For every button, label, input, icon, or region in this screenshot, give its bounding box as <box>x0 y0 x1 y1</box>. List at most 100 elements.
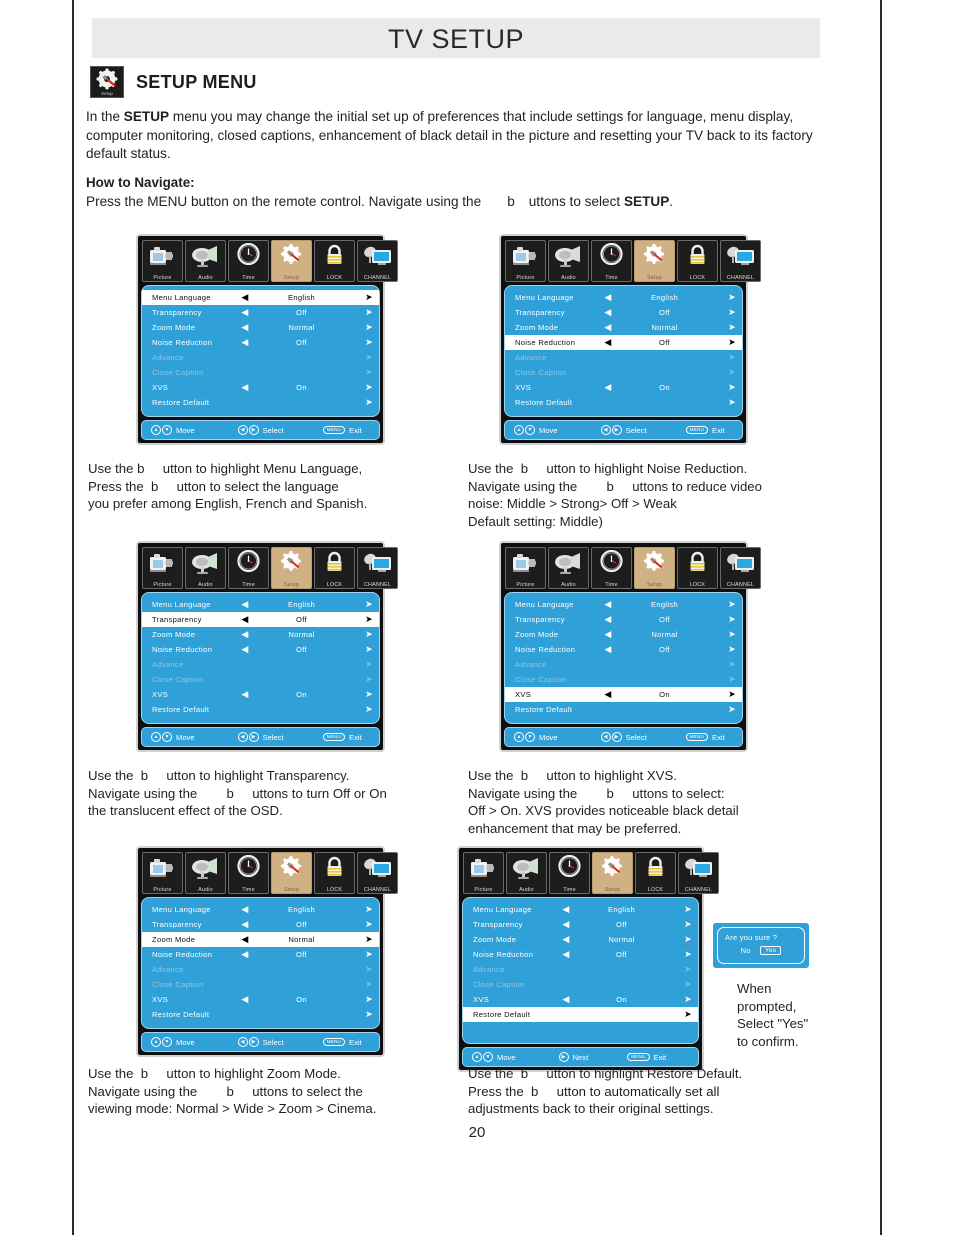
osd-menu-row-transparency[interactable]: Transparency ◀ Off ➤ <box>463 917 698 932</box>
osd-tab-time[interactable]: Time <box>228 852 269 894</box>
osd-tab-lock[interactable]: LOCK <box>635 852 676 894</box>
right-arrow-icon[interactable]: ➤ <box>349 934 373 945</box>
osd-footer-move[interactable]: ▲ ▼ Move <box>514 425 558 435</box>
osd-menu-row-transparency[interactable]: Transparency ◀ Off ➤ <box>142 305 379 320</box>
right-arrow-icon[interactable]: ➤ <box>349 322 373 333</box>
left-arrow-icon[interactable]: ◀ <box>599 382 617 393</box>
osd-menu-row-close-caption[interactable]: Close Caption ➤ <box>463 977 698 992</box>
osd-footer-select[interactable]: ◀ ▶ Select <box>237 732 284 742</box>
left-arrow-icon[interactable]: ◀ <box>599 629 617 640</box>
osd-tab-picture[interactable]: Picture <box>142 852 183 894</box>
osd-menu-row-restore-default[interactable]: Restore Default ➤ <box>505 702 742 717</box>
osd-menu-row-menu-language[interactable]: Menu Language ◀ English ➤ <box>505 597 742 612</box>
left-arrow-icon[interactable]: ◀ <box>236 337 254 348</box>
right-arrow-icon[interactable]: ➤ <box>712 674 736 685</box>
osd-footer-move[interactable]: ▲ ▼ Move <box>514 732 558 742</box>
osd-footer-select[interactable]: ◀ ▶ Select <box>600 425 647 435</box>
osd-menu-row-close-caption[interactable]: Close Caption ➤ <box>142 365 379 380</box>
osd-menu-row-transparency[interactable]: Transparency ◀ Off ➤ <box>505 305 742 320</box>
left-arrow-icon[interactable]: ◀ <box>236 307 254 318</box>
osd-tab-setup[interactable]: Setup <box>634 240 675 282</box>
osd-menu-row-restore-default[interactable]: Restore Default ➤ <box>463 1007 698 1022</box>
right-arrow-icon[interactable]: ➤ <box>712 689 736 700</box>
left-arrow-icon[interactable]: ◀ <box>236 599 254 610</box>
left-arrow-icon[interactable]: ◀ <box>599 614 617 625</box>
osd-menu-row-close-caption[interactable]: Close Caption ➤ <box>142 672 379 687</box>
osd-menu-row-transparency[interactable]: Transparency ◀ Off ➤ <box>142 917 379 932</box>
osd-tab-picture[interactable]: Picture <box>142 240 183 282</box>
osd-tab-lock[interactable]: LOCK <box>677 547 718 589</box>
right-arrow-icon[interactable]: ➤ <box>668 964 692 975</box>
right-arrow-icon[interactable]: ➤ <box>712 292 736 303</box>
osd-menu-row-restore-default[interactable]: Restore Default ➤ <box>142 395 379 410</box>
osd-tab-audio[interactable]: Audio <box>185 852 226 894</box>
osd-menu-row-transparency[interactable]: Transparency ◀ Off ➤ <box>505 612 742 627</box>
left-arrow-icon[interactable]: ◀ <box>599 644 617 655</box>
osd-footer-move[interactable]: ▲ ▼ Move <box>151 425 195 435</box>
osd-menu-row-noise-reduction[interactable]: Noise Reduction ◀ Off ➤ <box>142 947 379 962</box>
right-arrow-icon[interactable]: ➤ <box>712 337 736 348</box>
right-arrow-icon[interactable]: ➤ <box>668 919 692 930</box>
right-arrow-icon[interactable]: ➤ <box>349 964 373 975</box>
osd-footer-select[interactable]: ◀ ▶ Select <box>237 1037 284 1047</box>
osd-tab-time[interactable]: Time <box>228 240 269 282</box>
osd-tab-channel[interactable]: CHANNEL <box>357 240 398 282</box>
left-arrow-icon[interactable]: ◀ <box>599 689 617 700</box>
osd-menu-row-xvs[interactable]: XVS ◀ On ➤ <box>505 380 742 395</box>
left-arrow-icon[interactable]: ◀ <box>236 614 254 625</box>
osd-menu-row-noise-reduction[interactable]: Noise Reduction ◀ Off ➤ <box>505 642 742 657</box>
right-arrow-icon[interactable]: ➤ <box>349 614 373 625</box>
osd-tab-setup[interactable]: Setup <box>271 852 312 894</box>
right-arrow-icon[interactable]: ➤ <box>349 994 373 1005</box>
confirm-no-option[interactable]: No <box>741 946 751 955</box>
osd-menu-row-restore-default[interactable]: Restore Default ➤ <box>142 1007 379 1022</box>
osd-tab-time[interactable]: Time <box>591 240 632 282</box>
osd-tab-channel[interactable]: CHANNEL <box>720 240 761 282</box>
osd-menu-row-advance[interactable]: Advance ➤ <box>505 350 742 365</box>
osd-tab-picture[interactable]: Picture <box>142 547 183 589</box>
osd-menu-row-xvs[interactable]: XVS ◀ On ➤ <box>505 687 742 702</box>
left-arrow-icon[interactable]: ◀ <box>236 934 254 945</box>
osd-tab-setup[interactable]: Setup <box>634 547 675 589</box>
left-arrow-icon[interactable]: ◀ <box>236 949 254 960</box>
right-arrow-icon[interactable]: ➤ <box>349 1009 373 1020</box>
right-arrow-icon[interactable]: ➤ <box>349 979 373 990</box>
right-arrow-icon[interactable]: ➤ <box>712 599 736 610</box>
osd-tab-lock[interactable]: LOCK <box>314 547 355 589</box>
left-arrow-icon[interactable]: ◀ <box>236 919 254 930</box>
osd-menu-row-transparency[interactable]: Transparency ◀ Off ➤ <box>142 612 379 627</box>
osd-menu-row-zoom-mode[interactable]: Zoom Mode ◀ Normal ➤ <box>505 320 742 335</box>
osd-tab-audio[interactable]: Audio <box>548 240 589 282</box>
osd-tab-picture[interactable]: Picture <box>505 547 546 589</box>
left-arrow-icon[interactable]: ◀ <box>599 599 617 610</box>
right-arrow-icon[interactable]: ➤ <box>712 704 736 715</box>
osd-menu-row-restore-default[interactable]: Restore Default ➤ <box>505 395 742 410</box>
osd-menu-row-advance[interactable]: Advance ➤ <box>142 350 379 365</box>
osd-tab-channel[interactable]: CHANNEL <box>357 547 398 589</box>
osd-menu-row-zoom-mode[interactable]: Zoom Mode ◀ Normal ➤ <box>463 932 698 947</box>
right-arrow-icon[interactable]: ➤ <box>712 629 736 640</box>
osd-menu-row-xvs[interactable]: XVS ◀ On ➤ <box>142 992 379 1007</box>
osd-menu-row-menu-language[interactable]: Menu Language ◀ English ➤ <box>505 290 742 305</box>
left-arrow-icon[interactable]: ◀ <box>236 689 254 700</box>
osd-footer-select[interactable]: ◀ ▶ Select <box>600 732 647 742</box>
osd-footer-next[interactable]: ▶ Next <box>558 1052 588 1062</box>
right-arrow-icon[interactable]: ➤ <box>668 979 692 990</box>
osd-menu-row-zoom-mode[interactable]: Zoom Mode ◀ Normal ➤ <box>142 627 379 642</box>
left-arrow-icon[interactable]: ◀ <box>557 904 575 915</box>
right-arrow-icon[interactable]: ➤ <box>668 934 692 945</box>
left-arrow-icon[interactable]: ◀ <box>599 307 617 318</box>
left-arrow-icon[interactable]: ◀ <box>557 919 575 930</box>
right-arrow-icon[interactable]: ➤ <box>712 367 736 378</box>
left-arrow-icon[interactable]: ◀ <box>236 994 254 1005</box>
osd-tab-lock[interactable]: LOCK <box>314 852 355 894</box>
osd-footer-exit[interactable]: MENU Exit <box>322 426 362 435</box>
osd-menu-row-advance[interactable]: Advance ➤ <box>463 962 698 977</box>
osd-footer-exit[interactable]: MENU Exit <box>322 1038 362 1047</box>
right-arrow-icon[interactable]: ➤ <box>349 599 373 610</box>
osd-tab-picture[interactable]: Picture <box>505 240 546 282</box>
left-arrow-icon[interactable]: ◀ <box>599 292 617 303</box>
right-arrow-icon[interactable]: ➤ <box>668 1009 692 1020</box>
osd-menu-row-zoom-mode[interactable]: Zoom Mode ◀ Normal ➤ <box>505 627 742 642</box>
osd-menu-row-advance[interactable]: Advance ➤ <box>505 657 742 672</box>
